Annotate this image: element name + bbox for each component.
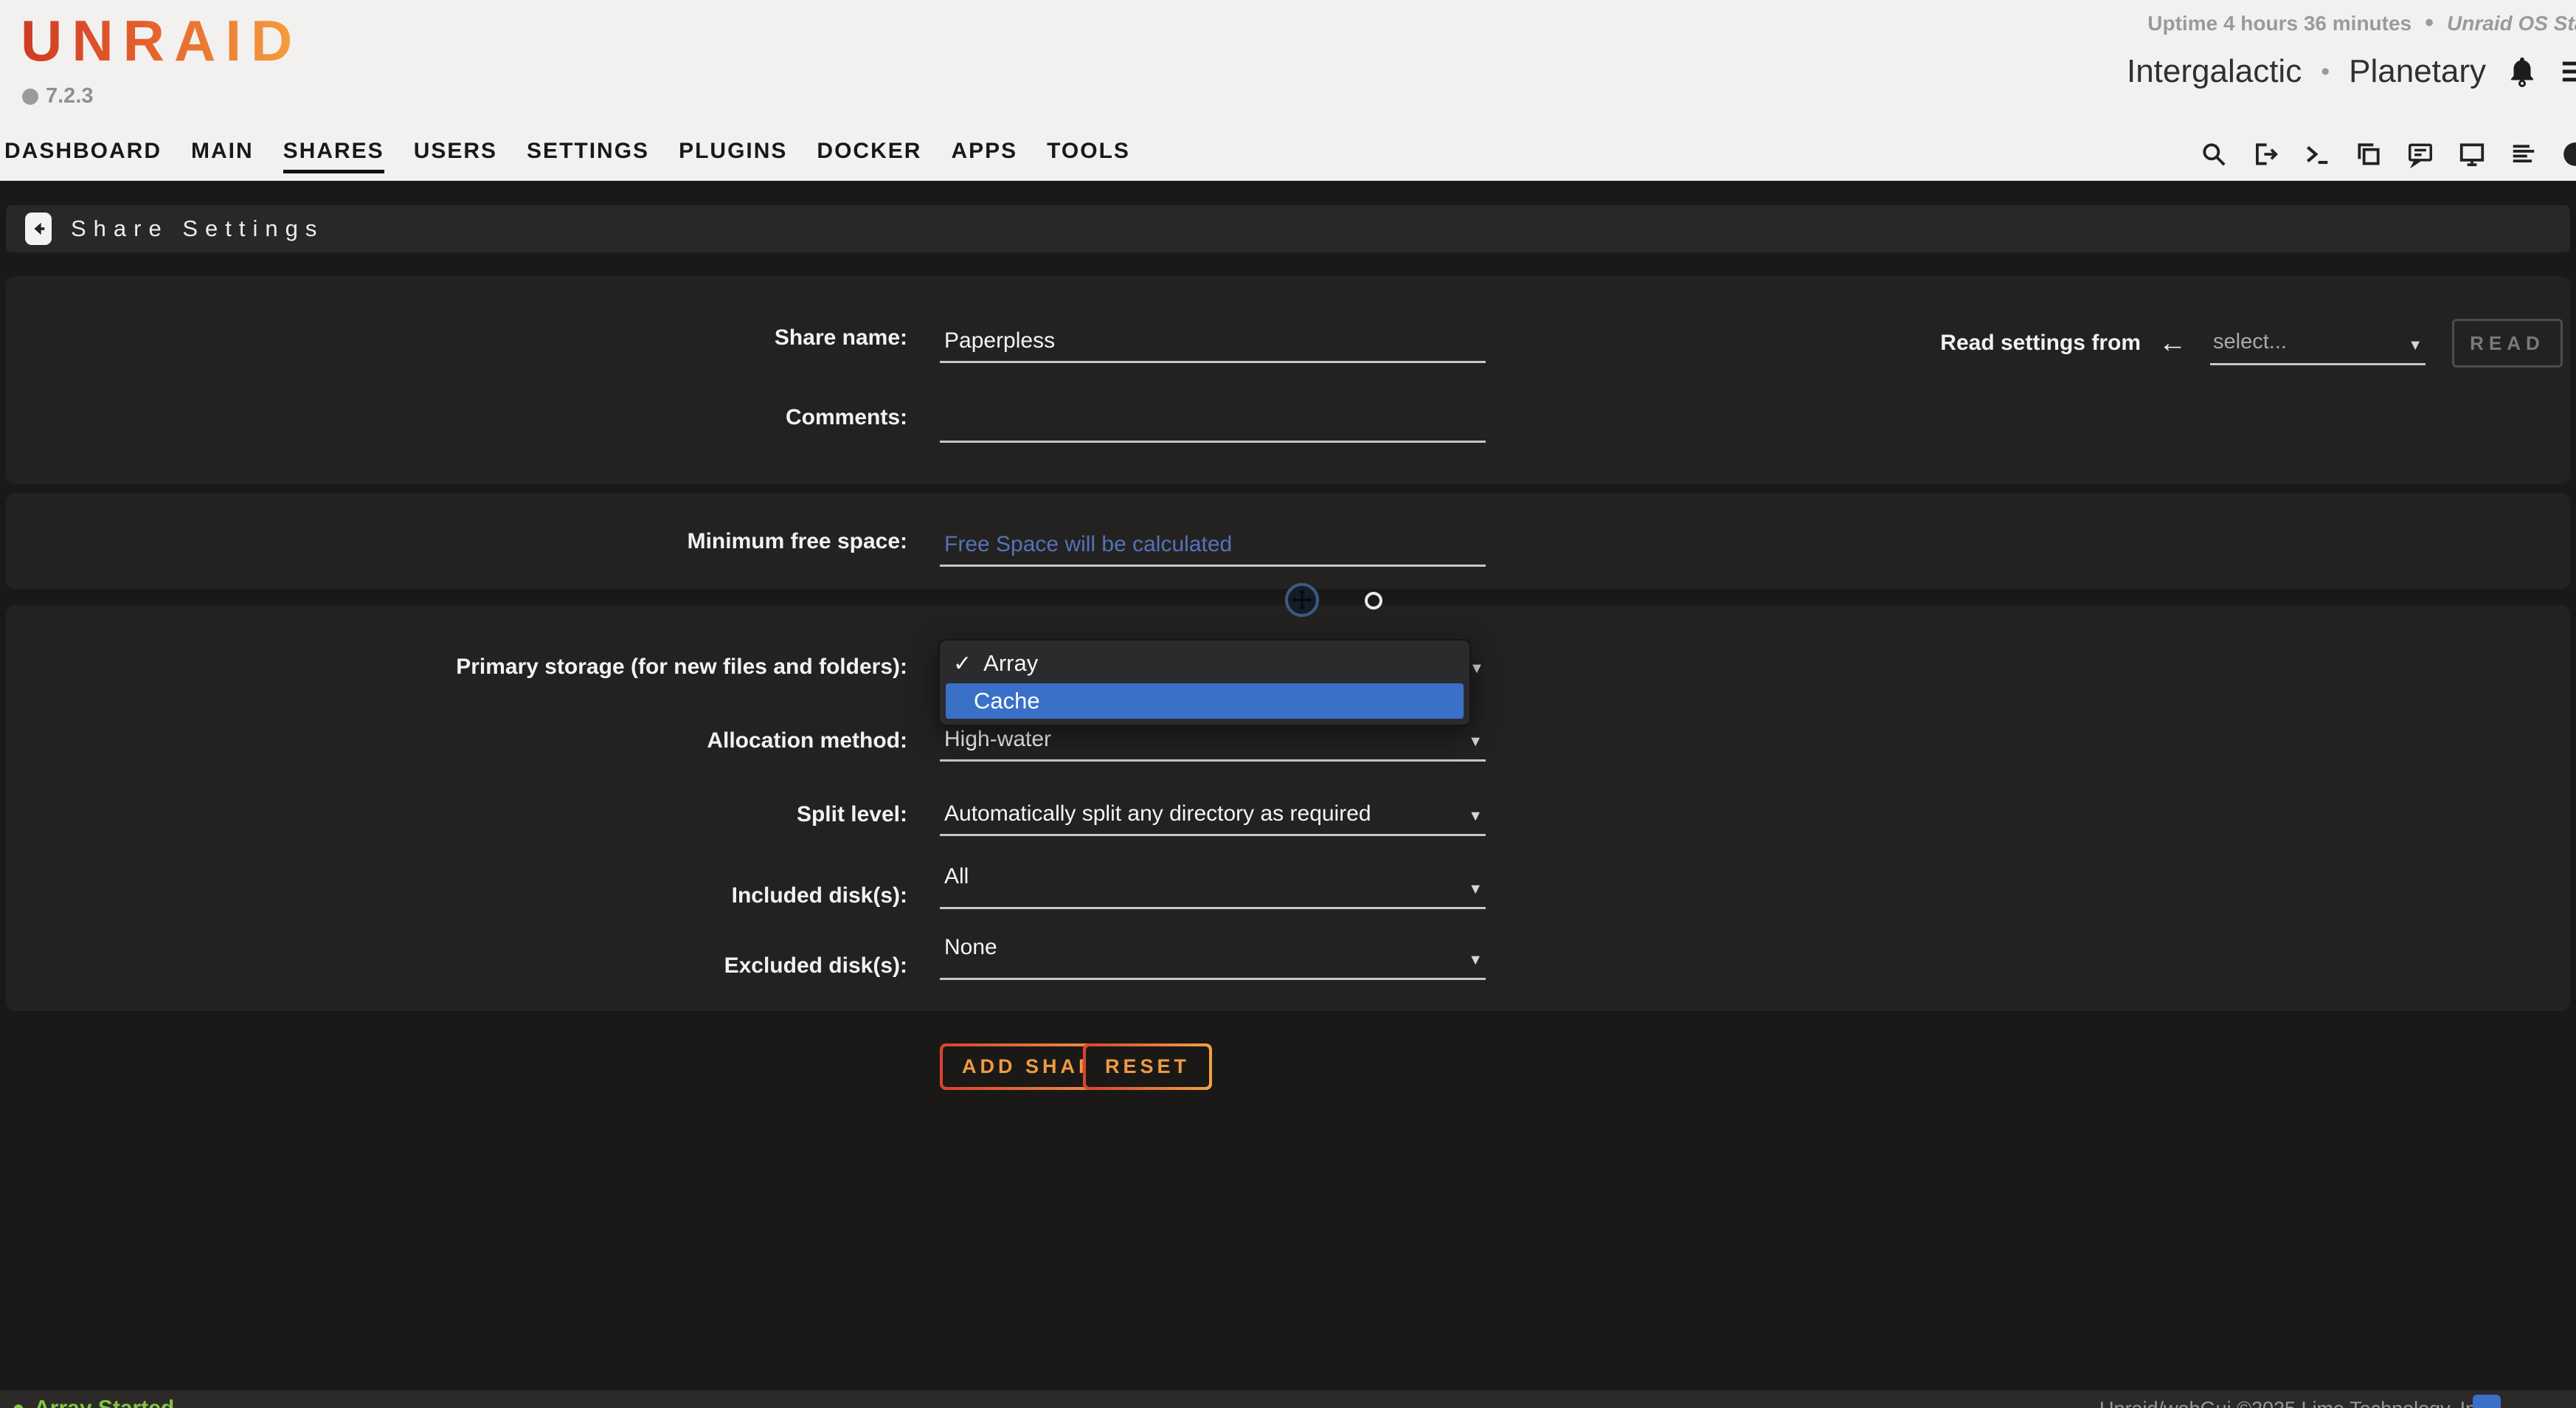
free-space-section: Minimum free space: Free Space will be c… — [6, 493, 2570, 589]
server-name: Intergalactic — [2127, 53, 2302, 90]
read-settings-group: Read settings from ← select... ▼ READ — [1940, 319, 2563, 367]
min-free-space-label: Minimum free space: — [6, 527, 907, 556]
nav-main[interactable]: MAIN — [191, 139, 254, 170]
move-cursor-icon — [1285, 583, 1319, 617]
share-identity-section: Share name: Paperpless Comments: Read se… — [6, 276, 2570, 484]
profile-icon[interactable] — [2561, 140, 2576, 168]
status-dot-icon: ● — [12, 1396, 25, 1408]
logout-icon[interactable] — [2251, 140, 2279, 168]
back-icon[interactable] — [25, 213, 52, 245]
server-description: Planetary — [2349, 53, 2486, 90]
header: UNRAID 7.2.3 Uptime 4 hours 36 minutes •… — [0, 0, 2576, 181]
menu-hamburger-icon[interactable] — [2558, 55, 2576, 89]
log-icon[interactable] — [2510, 140, 2538, 168]
unraid-logo[interactable]: UNRAID — [21, 7, 302, 75]
split-level-value: Automatically split any directory as req… — [944, 799, 1371, 829]
included-disks-value: All — [944, 862, 969, 891]
dropdown-arrow-icon: ▼ — [1468, 809, 1483, 824]
nav-shares[interactable]: SHARES — [283, 139, 384, 173]
read-settings-select[interactable]: select... ▼ — [2210, 321, 2426, 365]
dropdown-option-cache-label: Cache — [974, 688, 1040, 714]
dropdown-option-array[interactable]: ✓ Array — [940, 645, 1469, 682]
checkmark-icon: ✓ — [953, 651, 972, 677]
comments-input[interactable] — [940, 398, 1486, 443]
allocation-method-value: High-water — [944, 725, 1051, 754]
array-status-text: Array Started — [34, 1396, 174, 1408]
footer-chip[interactable] — [2473, 1395, 2501, 1408]
footer: ● Array Started Unraid/webGui ©2025 Lime… — [0, 1390, 2576, 1408]
dropdown-option-array-label: Array — [983, 650, 1038, 677]
excluded-disks-select[interactable]: None ▼ — [940, 931, 1486, 980]
header-toolbar — [2200, 140, 2576, 168]
split-level-label: Split level: — [6, 800, 907, 829]
copyright-text: Unraid/webGui ©2025 Lime Technology, Inc… — [2099, 1398, 2492, 1408]
server-separator: • — [2321, 58, 2330, 86]
nav-tools[interactable]: TOOLS — [1047, 139, 1130, 170]
read-settings-label: Read settings from — [1940, 331, 2141, 356]
dropdown-arrow-icon: ▼ — [1468, 953, 1483, 967]
read-settings-select-value: select... — [2213, 330, 2287, 354]
nav-users[interactable]: USERS — [414, 139, 497, 170]
array-status: ● Array Started — [12, 1396, 174, 1408]
reset-button-label: RESET — [1086, 1046, 1209, 1087]
page-title-bar: Share Settings — [6, 205, 2570, 252]
excluded-disks-label: Excluded disk(s): — [6, 951, 907, 981]
dropdown-arrow-icon: ▼ — [1468, 882, 1483, 897]
nav-dashboard[interactable]: DASHBOARD — [4, 139, 162, 170]
nav-settings[interactable]: SETTINGS — [527, 139, 649, 170]
dropdown-arrow-icon: ▼ — [2408, 338, 2423, 353]
allocation-method-label: Allocation method: — [6, 726, 907, 756]
nav-apps[interactable]: APPS — [951, 139, 1017, 170]
search-icon[interactable] — [2200, 140, 2228, 168]
notifications-bell-icon[interactable] — [2505, 55, 2539, 89]
uptime-line: Uptime 4 hours 36 minutes • Unraid OS St… — [2147, 9, 2576, 38]
version-badge: 7.2.3 — [22, 84, 94, 108]
storage-settings-section: Primary storage (for new files and folde… — [6, 605, 2570, 1011]
version-number: 7.2.3 — [46, 84, 94, 108]
dropdown-option-cache[interactable]: Cache — [946, 683, 1464, 719]
uptime-separator: • — [2425, 9, 2434, 38]
page-title: Share Settings — [71, 215, 324, 242]
read-button[interactable]: READ — [2452, 319, 2563, 367]
comments-label: Comments: — [6, 403, 907, 432]
arrow-left-icon: ← — [2158, 332, 2187, 354]
cursor-ring-icon — [1365, 592, 1382, 610]
uptime-text: Uptime 4 hours 36 minutes — [2147, 12, 2411, 35]
main-nav: DASHBOARD MAIN SHARES USERS SETTINGS PLU… — [4, 139, 1130, 173]
primary-storage-label: Primary storage (for new files and folde… — [6, 652, 907, 682]
remote-display-icon[interactable] — [2458, 140, 2486, 168]
min-free-space-placeholder: Free Space will be calculated — [944, 530, 1232, 559]
nav-plugins[interactable]: PLUGINS — [679, 139, 787, 170]
included-disks-label: Included disk(s): — [6, 881, 907, 911]
primary-storage-dropdown-menu: ✓ Array Cache — [938, 639, 1471, 726]
version-dot-icon — [22, 89, 38, 105]
server-identity: Intergalactic • Planetary — [2127, 53, 2576, 90]
included-disks-select[interactable]: All ▼ — [940, 860, 1486, 909]
share-name-label: Share name: — [6, 323, 907, 353]
share-name-value: Paperpless — [944, 326, 1055, 356]
share-name-input[interactable]: Paperpless — [940, 319, 1486, 363]
dropdown-arrow-icon: ▼ — [1468, 734, 1483, 749]
copy-icon[interactable] — [2355, 140, 2383, 168]
nav-docker[interactable]: DOCKER — [817, 139, 921, 170]
reset-button[interactable]: RESET — [1083, 1043, 1212, 1090]
terminal-icon[interactable] — [2303, 140, 2331, 168]
primary-storage-dropdown-arrow-icon[interactable]: ▼ — [1469, 661, 1484, 676]
min-free-space-input[interactable]: Free Space will be calculated — [940, 522, 1486, 567]
excluded-disks-value: None — [944, 933, 997, 962]
feedback-icon[interactable] — [2406, 140, 2434, 168]
split-level-select[interactable]: Automatically split any directory as req… — [940, 792, 1486, 836]
os-edition: Unraid OS Starter — [2447, 12, 2576, 35]
